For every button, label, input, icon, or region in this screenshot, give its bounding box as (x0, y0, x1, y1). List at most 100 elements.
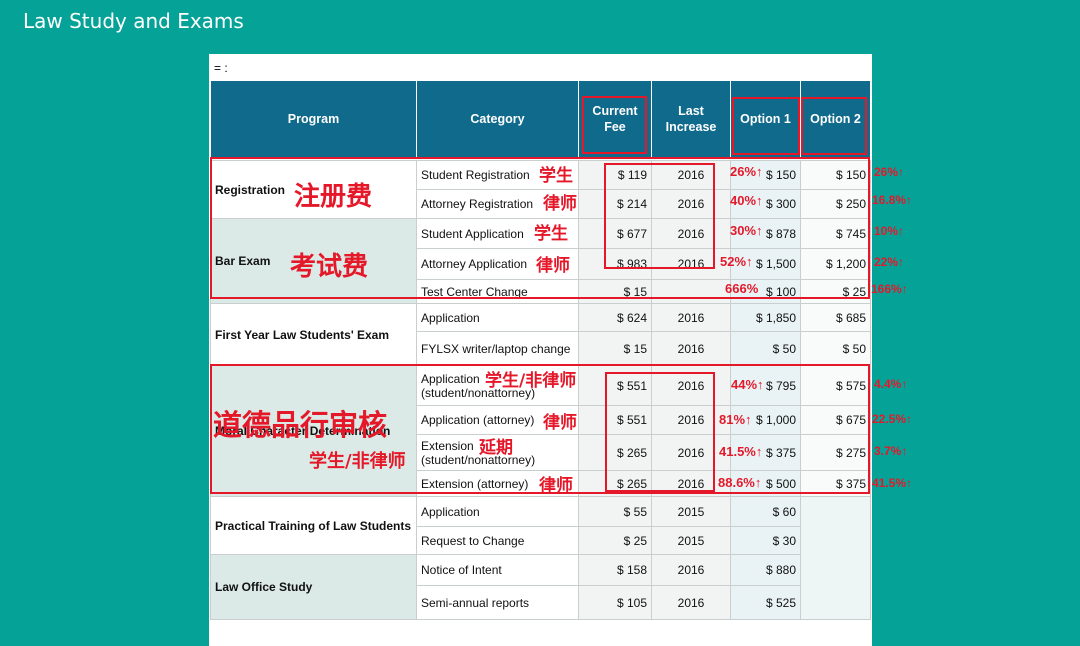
table-row: First Year Law Students' Exam Applicatio… (210, 303, 871, 366)
fee-table: Program Category Current Fee Last Increa… (210, 80, 871, 620)
option1-cell: $ 880 (730, 554, 801, 586)
col-header-option-1: Option 1 (730, 80, 801, 158)
fee-cell: $ 551 (578, 405, 652, 435)
option1-cell: $ 1,500 (730, 248, 801, 280)
table-row: Bar Exam Student Application $ 677 2016 … (210, 218, 871, 304)
program-cell: Bar Exam (210, 218, 417, 304)
option1-cell: $ 50 (730, 331, 801, 366)
option1-cell: $ 300 (730, 189, 801, 219)
program-cell: Moral Character Determination (210, 365, 417, 497)
year-cell: 2016 (651, 189, 731, 219)
fee-cell: $ 105 (578, 585, 652, 620)
page-title: Law Study and Exams (23, 9, 244, 33)
fee-cell: $ 158 (578, 554, 652, 586)
category-cell: FYLSX writer/laptop change (416, 331, 579, 366)
category-cell: Application (attorney) (416, 405, 579, 435)
option2-increase-label: 3.7%↑ (874, 444, 908, 458)
table-row: Law Office Study Notice of Intent $ 158 … (210, 554, 871, 620)
option2-increase-label: 22%↑ (874, 255, 905, 269)
option1-cell: $ 525 (730, 585, 801, 620)
fee-cell: $ 265 (578, 434, 652, 471)
fee-cell: $ 15 (578, 279, 652, 304)
option1-cell: $ 500 (730, 470, 801, 497)
category-cell: Attorney Registration (416, 189, 579, 219)
category-cell: Extension (student/nonattorney) (416, 434, 579, 471)
option2-cell: $ 375 (800, 470, 871, 497)
option2-cell: $ 685 (800, 303, 871, 332)
option2-cell: $ 50 (800, 331, 871, 366)
option1-cell: $ 1,000 (730, 405, 801, 435)
option1-cell: $ 1,850 (730, 303, 801, 332)
option2-cell: $ 150 (800, 160, 871, 190)
col-header-last-increase: Last Increase (651, 80, 731, 158)
year-cell: 2016 (651, 160, 731, 190)
program-cell: First Year Law Students' Exam (210, 303, 417, 366)
year-cell: 2016 (651, 365, 731, 406)
year-cell: 2015 (651, 496, 731, 527)
category-cell: Extension (attorney) (416, 470, 579, 497)
option1-cell: $ 375 (730, 434, 801, 471)
option2-cell: $ 275 (800, 434, 871, 471)
option2-increase-label: 22.5%↑ (872, 412, 913, 426)
option2-cell: $ 575 (800, 365, 871, 406)
category-cell: Request to Change (416, 526, 579, 555)
fee-cell: $ 265 (578, 470, 652, 497)
option1-cell: $ 795 (730, 365, 801, 406)
option2-increase-label: 4.4%↑ (874, 377, 908, 391)
year-cell: 2016 (651, 585, 731, 620)
program-cell: Law Office Study (210, 554, 417, 620)
col-header-category: Category (416, 80, 579, 158)
category-cell: Application (student/nonattorney) (416, 365, 579, 406)
year-cell: 2016 (651, 303, 731, 332)
category-cell: Test Center Change (416, 279, 579, 304)
table-row: Moral Character Determination Applicatio… (210, 365, 871, 497)
fee-cell: $ 55 (578, 496, 652, 527)
fee-cell: $ 551 (578, 365, 652, 406)
category-cell: Attorney Application (416, 248, 579, 280)
option2-cell: $ 1,200 (800, 248, 871, 280)
year-cell: 2016 (651, 405, 731, 435)
category-cell: Notice of Intent (416, 554, 579, 586)
category-cell: Student Application (416, 218, 579, 249)
year-cell: 2016 (651, 248, 731, 280)
program-cell: Registration (210, 160, 417, 219)
option1-cell: $ 878 (730, 218, 801, 249)
year-cell: 2016 (651, 331, 731, 366)
option2-increase-label: 26%↑ (874, 165, 905, 179)
option1-cell: $ 30 (730, 526, 801, 555)
category-cell: Application (416, 496, 579, 527)
option2-cell: $ 25 (800, 279, 871, 304)
year-cell: 2016 (651, 434, 731, 471)
fee-cell: $ 25 (578, 526, 652, 555)
table-row: Registration Student Registration $ 119 … (210, 160, 871, 219)
fee-cell: $ 624 (578, 303, 652, 332)
col-header-current-fee: Current Fee (578, 80, 652, 158)
category-cell: Student Registration (416, 160, 579, 190)
option2-empty-cell (800, 496, 871, 620)
option2-increase-label: 41.5%↑ (872, 476, 913, 490)
category-cell: Semi-annual reports (416, 585, 579, 620)
year-cell (651, 279, 731, 304)
fee-cell: $ 214 (578, 189, 652, 219)
option1-cell: $ 60 (730, 496, 801, 527)
year-cell: 2016 (651, 218, 731, 249)
table-row: Practical Training of Law Students Appli… (210, 496, 871, 620)
option2-increase-label: 166%↑ (871, 282, 908, 296)
option2-increase-label: 16.8%↑ (872, 193, 913, 207)
option1-cell: $ 100 (730, 279, 801, 304)
program-cell: Practical Training of Law Students (210, 496, 417, 555)
option2-increase-label: 10%↑ (874, 224, 905, 238)
option2-cell: $ 745 (800, 218, 871, 249)
fee-cell: $ 119 (578, 160, 652, 190)
fee-cell: $ 677 (578, 218, 652, 249)
option2-cell: $ 250 (800, 189, 871, 219)
table-header-row: Program Category Current Fee Last Increa… (210, 80, 871, 158)
year-cell: 2016 (651, 554, 731, 586)
year-cell: 2015 (651, 526, 731, 555)
option2-cell: $ 675 (800, 405, 871, 435)
col-header-option-2: Option 2 (800, 80, 871, 158)
year-cell: 2016 (651, 470, 731, 497)
option1-cell: $ 150 (730, 160, 801, 190)
fee-cell: $ 983 (578, 248, 652, 280)
col-header-program: Program (210, 80, 417, 158)
